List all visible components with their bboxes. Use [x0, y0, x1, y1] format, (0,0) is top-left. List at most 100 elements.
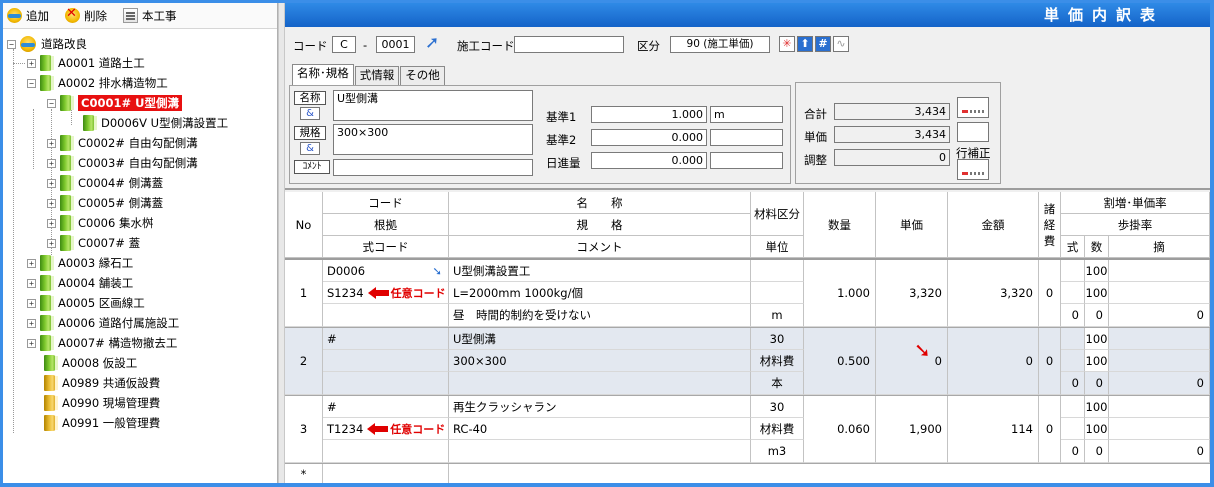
tree-item-a0989[interactable]: A0989 共通仮設費 — [44, 374, 160, 392]
row2-formula[interactable] — [323, 372, 449, 395]
row1-unit[interactable]: m — [751, 304, 804, 327]
row3-formula[interactable] — [323, 440, 449, 463]
expand-icon[interactable]: + — [47, 218, 56, 228]
code-number-field[interactable]: 0001 — [376, 36, 415, 53]
comment-field[interactable] — [333, 159, 533, 176]
expand-icon[interactable]: + — [27, 318, 36, 328]
kijun2-field[interactable]: 0.000 — [591, 129, 707, 146]
row2-qty[interactable]: 0.500 — [804, 328, 876, 395]
row3-material2[interactable]: 材料費 — [751, 418, 804, 440]
row3-shiki[interactable]: 0 — [1061, 440, 1085, 463]
row2-misc[interactable]: 0 — [1039, 328, 1061, 395]
collapse-icon[interactable]: − — [47, 98, 56, 108]
nissin-field[interactable]: 0.000 — [591, 152, 707, 169]
recalc-button[interactable] — [957, 97, 989, 118]
row2-note[interactable]: 0 — [1109, 372, 1210, 395]
tree-item-a0003[interactable]: + A0003 縁石工 — [27, 254, 133, 272]
work-code-field[interactable] — [514, 36, 624, 53]
row3-rate2[interactable]: 100 — [1085, 418, 1109, 440]
tab-formula[interactable]: 式情報 — [354, 66, 400, 85]
jump-arrow-icon[interactable]: ➚ — [425, 33, 439, 53]
up-button[interactable]: ⬆ — [797, 36, 813, 52]
row1-comment[interactable]: 昼 時間的制約を受けない — [449, 304, 751, 327]
expand-icon[interactable]: + — [27, 58, 36, 68]
tree-item-c0006[interactable]: + C0006 集水桝 — [47, 214, 153, 232]
expand-icon[interactable]: + — [27, 258, 36, 268]
row1-note[interactable]: 0 — [1109, 304, 1210, 327]
row2-count[interactable]: 0 — [1085, 372, 1109, 395]
code-prefix-field[interactable]: C — [332, 36, 356, 53]
row2-material[interactable]: 30 — [751, 328, 804, 350]
row3-qty[interactable]: 0.060 — [804, 396, 876, 463]
spec-field[interactable]: 300×300 — [333, 124, 533, 155]
row3-code[interactable]: # — [323, 396, 449, 418]
row2-basis[interactable] — [323, 350, 449, 372]
row1-material[interactable] — [751, 260, 804, 282]
tree-item-d0006[interactable]: D0006V U型側溝設置工 — [83, 114, 228, 132]
row3-unit[interactable]: m3 — [751, 440, 804, 463]
row1-name[interactable]: U型側溝設置工 — [449, 260, 751, 282]
row2-spec[interactable]: 300×300 — [449, 350, 751, 372]
expand-icon[interactable]: + — [27, 298, 36, 308]
wave-button[interactable]: ∿ — [833, 36, 849, 52]
tree-item-a0991[interactable]: A0991 一般管理費 — [44, 414, 160, 432]
row3-misc[interactable]: 0 — [1039, 396, 1061, 463]
row1-rate2[interactable]: 100 — [1085, 282, 1109, 304]
expand-icon[interactable]: + — [47, 178, 56, 188]
tree-item-c0003[interactable]: + C0003# 自由勾配側溝 — [47, 154, 198, 172]
row1-basis[interactable]: S1234 任意コード — [323, 282, 449, 304]
row1-rate1[interactable]: 100 — [1085, 260, 1109, 282]
expand-icon[interactable]: + — [27, 278, 36, 288]
expand-icon[interactable]: + — [27, 338, 36, 348]
kijun1-unit-field[interactable]: m — [710, 106, 783, 123]
collapse-icon[interactable]: − — [7, 39, 16, 49]
row2-material2[interactable]: 材料費 — [751, 350, 804, 372]
tree-item-a0007[interactable]: + A0007# 構造物撤去工 — [27, 334, 177, 352]
expand-icon[interactable]: + — [47, 198, 56, 208]
kubun-select[interactable]: 90 (施工単価) — [670, 36, 770, 53]
expand-icon[interactable]: + — [47, 158, 56, 168]
row3-spec[interactable]: RC-40 — [449, 418, 751, 440]
tree-item-c0007[interactable]: + C0007# 蓋 — [47, 234, 140, 252]
jump-arrow-icon[interactable]: ➘ — [432, 264, 442, 278]
row2-shiki[interactable]: 0 — [1061, 372, 1085, 395]
pane-splitter[interactable] — [278, 3, 285, 483]
row3-note[interactable]: 0 — [1109, 440, 1210, 463]
row3-count[interactable]: 0 — [1085, 440, 1109, 463]
collapse-icon[interactable]: − — [27, 78, 36, 88]
tab-name-spec[interactable]: 名称･規格 — [292, 64, 354, 85]
tree-item-c0002[interactable]: + C0002# 自由勾配側溝 — [47, 134, 198, 152]
tree-item-a0001[interactable]: + A0001 道路土工 — [27, 54, 145, 72]
hash-button[interactable]: # — [815, 36, 831, 52]
tree-item-c0001[interactable]: − C0001# U型側溝 — [47, 94, 182, 112]
row1-spec[interactable]: L=2000mm 1000kg/個 — [449, 282, 751, 304]
project-button[interactable]: 本工事 — [123, 8, 177, 24]
breakdown-grid[interactable]: No コード 根拠 式コード 名 称 規 格 コメント 材料区分 単位 数量 単… — [285, 192, 1210, 483]
row3-basis[interactable]: T1234 任意コード — [323, 418, 449, 440]
row2-name[interactable]: U型側溝 — [449, 328, 751, 350]
spec-button[interactable]: 規格 — [294, 126, 326, 140]
row1-count[interactable]: 0 — [1085, 304, 1109, 327]
tree-item-a0002[interactable]: − A0002 排水構造物工 — [27, 74, 168, 92]
blank-button[interactable] — [957, 122, 989, 142]
tree-item-a0004[interactable]: + A0004 舗装工 — [27, 274, 133, 292]
kijun1-field[interactable]: 1.000 — [591, 106, 707, 123]
tree-view[interactable]: − 道路改良 + A0001 道路土工 − A0002 排水構造物工 − C0001# … — [3, 33, 278, 483]
nissin-unit-field[interactable] — [710, 152, 783, 169]
row3-price[interactable]: 1,900 — [876, 396, 948, 463]
tree-item-c0005[interactable]: + C0005# 側溝蓋 — [47, 194, 163, 212]
row1-material2[interactable] — [751, 282, 804, 304]
row3-name[interactable]: 再生クラッシャラン — [449, 396, 751, 418]
kijun2-unit-field[interactable] — [710, 129, 783, 146]
expand-icon[interactable]: + — [47, 138, 56, 148]
row2-price[interactable]: ➘ 0 — [876, 328, 948, 395]
comment-button[interactable]: ｺﾒﾝﾄ — [294, 160, 330, 174]
row3-comment[interactable] — [449, 440, 751, 463]
row2-comment[interactable] — [449, 372, 751, 395]
row-correct-button[interactable] — [957, 159, 989, 180]
tree-item-a0005[interactable]: + A0005 区画線工 — [27, 294, 145, 312]
row3-rate1[interactable]: 100 — [1085, 396, 1109, 418]
name-amp-button[interactable]: & — [300, 107, 320, 120]
new-row[interactable] — [323, 464, 449, 483]
row1-code[interactable]: D0006 ➘ — [323, 260, 449, 282]
